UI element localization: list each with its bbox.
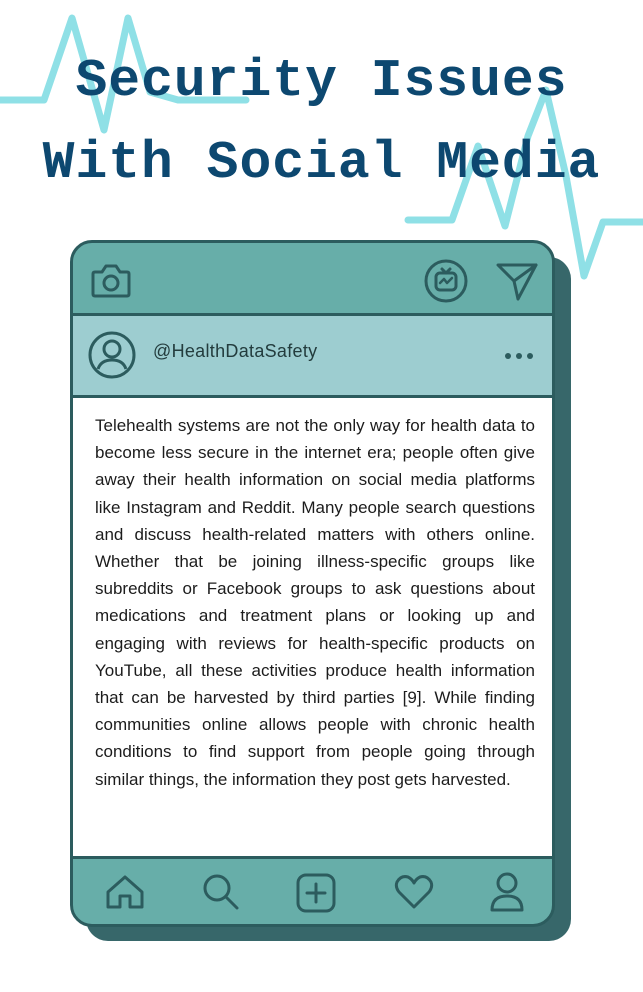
- page-title: Security Issues With Social Media: [0, 40, 643, 204]
- profile-handle[interactable]: @HealthDataSafety: [153, 341, 317, 362]
- heart-icon[interactable]: [394, 874, 434, 910]
- page-title-line-2: With Social Media: [42, 133, 601, 193]
- add-post-icon[interactable]: [296, 873, 336, 913]
- user-circle-icon[interactable]: [87, 330, 137, 380]
- more-dots-icon[interactable]: [504, 352, 534, 360]
- igtv-icon[interactable]: [424, 259, 468, 303]
- post-text: Telehealth systems are not the only way …: [95, 416, 535, 789]
- post-header: @HealthDataSafety: [73, 313, 552, 398]
- post-body: Telehealth systems are not the only way …: [73, 398, 552, 859]
- search-icon[interactable]: [202, 873, 240, 911]
- phone-top-bar: [73, 243, 552, 313]
- profile-icon[interactable]: [488, 871, 526, 913]
- send-icon[interactable]: [496, 261, 538, 301]
- camera-icon[interactable]: [91, 261, 131, 299]
- page-title-line-1: Security Issues: [75, 51, 568, 111]
- home-icon[interactable]: [105, 874, 145, 910]
- bottom-nav-bar: [73, 859, 552, 924]
- phone-mockup: @HealthDataSafety Telehealth systems are…: [70, 240, 555, 927]
